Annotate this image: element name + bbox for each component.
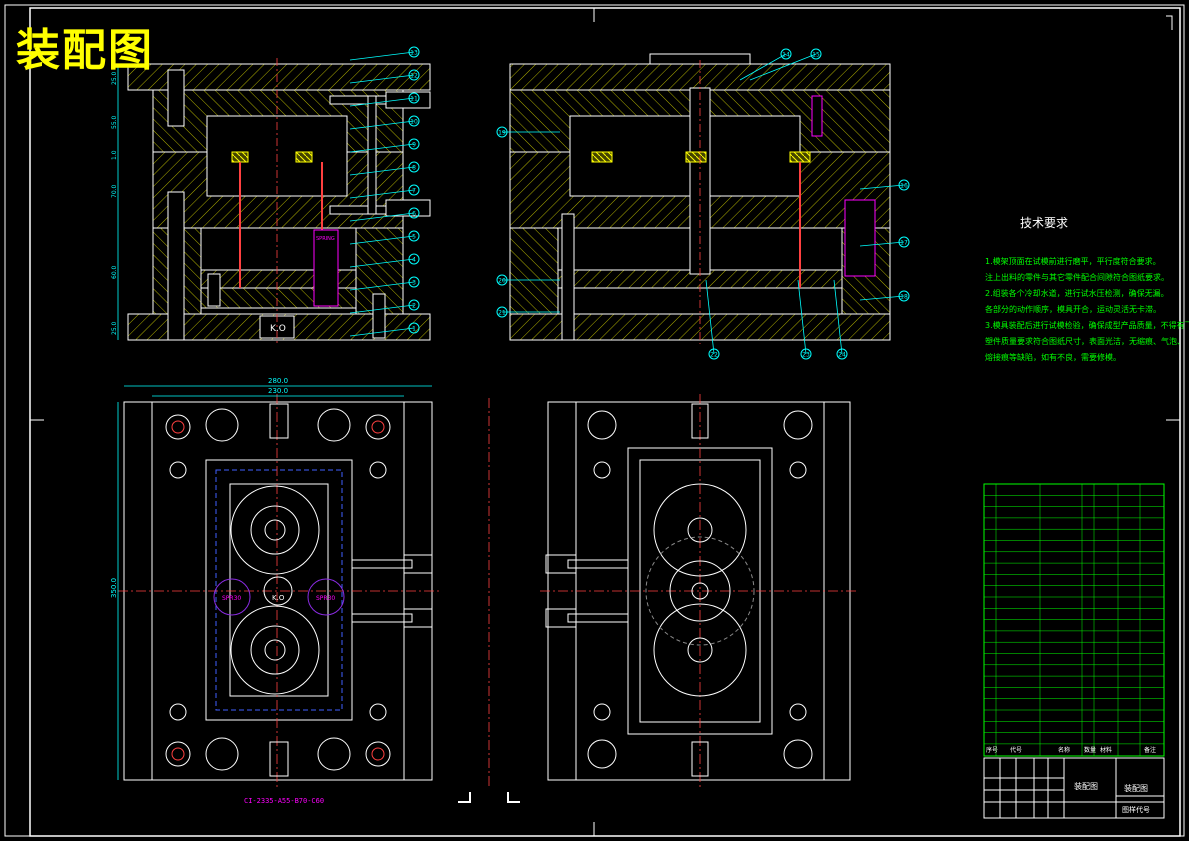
plan-view-right xyxy=(540,394,858,790)
dim-230: 230.0 xyxy=(268,387,288,395)
callout-number: 12 xyxy=(410,73,418,80)
dimension-label: 55.0 xyxy=(111,115,118,129)
parts-table-header: 材料 xyxy=(1100,746,1112,754)
callout-number: 22 xyxy=(710,352,718,359)
plan-view-left xyxy=(117,385,440,790)
callout-number: 16 xyxy=(900,183,908,190)
callout-number: 23 xyxy=(802,352,810,359)
tech-requirement-line: 2.组装各个冷却水道，进行试水压检测，确保无漏。 xyxy=(985,289,1169,298)
assembly-drawing-canvas: K.O SPRING 25.055.01.070.060.025.0 12345… xyxy=(4,4,1185,837)
title-block-code-label: 图样代号 xyxy=(1122,805,1150,814)
title-block-name-right: 装配图 xyxy=(1124,783,1148,793)
section-view xyxy=(117,58,431,344)
parts-table-header: 备注 xyxy=(1144,746,1156,754)
dimension-label: 1.0 xyxy=(111,150,118,160)
parts-table-header: 数量 xyxy=(1084,746,1096,754)
tech-requirement-line: 注上出料的零件与其它零件配合间隙符合图纸要求。 xyxy=(985,273,1169,282)
callout-number: 18 xyxy=(900,294,908,301)
callout-number: 2 xyxy=(412,303,416,310)
spring-left-label: SPR30 xyxy=(222,595,241,602)
callout-number: 1 xyxy=(412,326,416,333)
spring-right-label: SPR30 xyxy=(316,595,335,602)
tech-requirements-heading: 技术要求 xyxy=(1020,216,1069,230)
parts-table-header: 序号 xyxy=(986,746,998,754)
callout-number: 9 xyxy=(412,142,416,149)
callout-number: 14 xyxy=(782,52,790,59)
callout-number: 24 xyxy=(838,352,846,359)
tech-requirement-line: 3.模具装配后进行试模检验，确保成型产品质量，不得有飞边。 xyxy=(985,321,1189,330)
spring-label: SPRING xyxy=(316,236,335,242)
callout-number: 6 xyxy=(412,211,416,218)
tech-requirement-line: 各部分的动作顺序，模具开合，运动灵活无卡滞。 xyxy=(985,305,1161,314)
parts-table-header: 代号 xyxy=(1010,746,1022,754)
callout-number: 20 xyxy=(498,278,506,285)
callout-number: 17 xyxy=(900,240,908,247)
dim-350: 350.0 xyxy=(110,578,118,598)
tech-requirement-line: 1.模架顶面在试模前进行磨平，平行度符合要求。 xyxy=(985,257,1161,266)
callout-number: 21 xyxy=(498,310,506,317)
callout-number: 3 xyxy=(412,280,416,287)
dim-280: 280.0 xyxy=(268,377,288,385)
corner-mark-right xyxy=(507,792,520,803)
parts-list-table: 序号 代号 名称 数量 材料 备注 xyxy=(983,483,1165,757)
ko-label: K.O xyxy=(270,324,286,334)
dimension-label: 60.0 xyxy=(111,265,118,279)
callout-number: 4 xyxy=(412,257,416,264)
tech-requirement-line: 塑件质量要求符合图纸尺寸，表面光洁，无缩痕、气泡、 xyxy=(985,337,1185,346)
callout-number: 15 xyxy=(812,52,820,59)
side-view xyxy=(509,53,891,344)
plan-ko-label: K.O xyxy=(272,594,285,602)
tech-requirement-line: 熔接痕等缺陷，如有不良，需要修模。 xyxy=(985,353,1121,362)
callout-number: 8 xyxy=(412,165,416,172)
section-vertical-dimensions: 25.055.01.070.060.025.0 xyxy=(111,71,118,335)
corner-mark-left xyxy=(458,792,471,803)
callout-number: 7 xyxy=(412,188,416,195)
sheet-title: 装配图 xyxy=(16,25,154,76)
bottom-part-code: CI-2335-A55-B70-C60 xyxy=(244,797,324,805)
callout-number: 11 xyxy=(410,96,418,103)
callout-number: 10 xyxy=(410,119,418,126)
parts-table-header: 名称 xyxy=(1058,746,1070,754)
dimension-label: 70.0 xyxy=(111,184,118,198)
callout-number: 19 xyxy=(498,130,506,137)
title-block-name: 装配图 xyxy=(1074,781,1098,791)
dimension-label: 25.0 xyxy=(111,321,118,335)
callout-number: 5 xyxy=(412,234,416,241)
callout-number: 13 xyxy=(410,50,418,57)
